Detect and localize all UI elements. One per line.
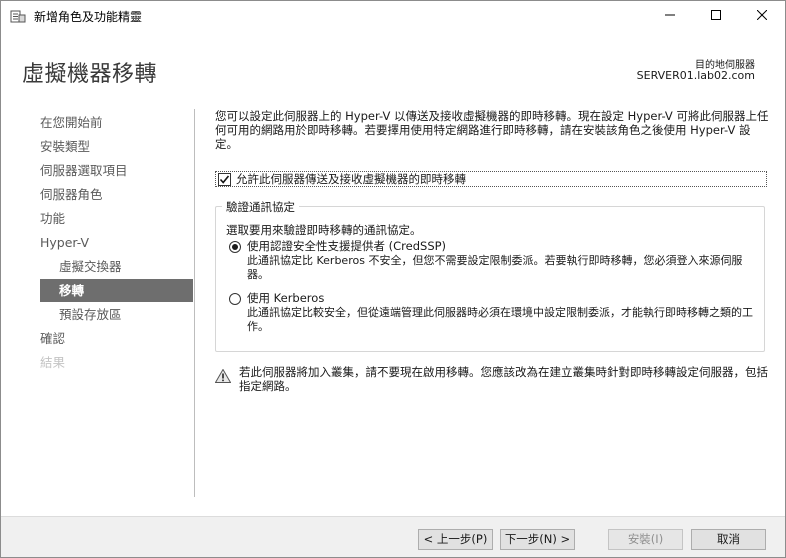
- nav-item-server-selection[interactable]: 伺服器選取項目: [40, 159, 193, 182]
- authentication-protocol-group: 驗證通訊協定 選取要用來驗證即時移轉的通訊協定。 使用認證安全性支援提供者 (C…: [215, 199, 765, 352]
- maximize-button[interactable]: [693, 1, 739, 31]
- nav-item-results: 結果: [40, 355, 66, 370]
- close-button[interactable]: [739, 1, 785, 31]
- install-button: 安裝(I): [608, 529, 683, 550]
- nav-item-server-roles[interactable]: 伺服器角色: [40, 183, 193, 206]
- credssp-radio[interactable]: [229, 241, 241, 253]
- nav-item-installation-type[interactable]: 安裝類型: [40, 135, 193, 158]
- group-legend: 驗證通訊協定: [222, 199, 299, 215]
- kerberos-option-title[interactable]: 使用 Kerberos: [247, 290, 324, 306]
- title-bar: 新增角色及功能精靈: [1, 1, 785, 31]
- destination-server-name: SERVER01.lab02.com: [636, 69, 755, 82]
- cancel-button[interactable]: 取消: [691, 529, 766, 550]
- nav-item-virtual-switches[interactable]: 虛擬交換器: [40, 255, 193, 278]
- kerberos-radio[interactable]: [229, 293, 241, 305]
- kerberos-option-description: 此通訊協定比較安全，但從遠端管理此伺服器時必須在環境中設定限制委派，才能執行即時…: [247, 306, 753, 333]
- server-manager-icon: [10, 8, 26, 24]
- close-icon: [756, 9, 768, 23]
- nav-item-features[interactable]: 功能: [40, 207, 193, 230]
- credssp-option-description: 此通訊協定比 Kerberos 不安全，但您不需要設定限制委派。若要執行即時移轉…: [247, 254, 743, 281]
- maximize-icon: [711, 9, 721, 23]
- nav-item-migration[interactable]: 移轉: [40, 279, 193, 302]
- main-content: 您可以設定此伺服器上的 Hyper-V 以傳送及接收虛擬機器的即時移轉。現在設定…: [214, 109, 769, 393]
- minimize-button[interactable]: [647, 1, 693, 31]
- nav-item-before-you-begin[interactable]: 在您開始前: [40, 111, 193, 134]
- intro-text: 您可以設定此伺服器上的 Hyper-V 以傳送及接收虛擬機器的即時移轉。現在設定…: [215, 109, 769, 151]
- warning-icon: [214, 368, 232, 383]
- window-title: 新增角色及功能精靈: [34, 10, 143, 24]
- page-title: 虛擬機器移轉: [22, 62, 158, 87]
- wizard-header: 虛擬機器移轉 目的地伺服器 SERVER01.lab02.com: [1, 31, 785, 99]
- nav-item-hyper-v[interactable]: Hyper-V: [40, 231, 193, 254]
- nav-divider: [194, 109, 195, 497]
- wizard-nav: 在您開始前 安裝類型 伺服器選取項目 伺服器角色 功能 Hyper-V 虛擬交換…: [1, 99, 194, 499]
- warning-text: 若此伺服器將加入叢集，請不要現在啟用移轉。您應該改為在建立叢集時針對即時移轉設定…: [239, 365, 768, 393]
- nav-item-confirmation[interactable]: 確認: [40, 327, 193, 350]
- credssp-option-title[interactable]: 使用認證安全性支援提供者 (CredSSP): [247, 238, 446, 254]
- next-button[interactable]: 下一步(N) >: [500, 529, 575, 550]
- nav-item-default-stores[interactable]: 預設存放區: [40, 303, 193, 326]
- minimize-icon: [665, 9, 675, 23]
- allow-live-migration-checkbox[interactable]: 允許此伺服器傳送及接收虛擬機器的即時移轉: [215, 171, 767, 187]
- group-prompt: 選取要用來驗證即時移轉的通訊協定。: [226, 223, 422, 237]
- previous-button[interactable]: < 上一步(P): [418, 529, 493, 550]
- wizard-footer: < 上一步(P) 下一步(N) > 安裝(I) 取消: [1, 516, 785, 557]
- checkbox-checked[interactable]: [218, 172, 231, 186]
- wizard-window: 新增角色及功能精靈 虛擬機器移轉 目的地伺服器 SERVER01.lab02.c…: [0, 0, 786, 558]
- allow-live-migration-label: 允許此伺服器傳送及接收虛擬機器的即時移轉: [236, 172, 466, 186]
